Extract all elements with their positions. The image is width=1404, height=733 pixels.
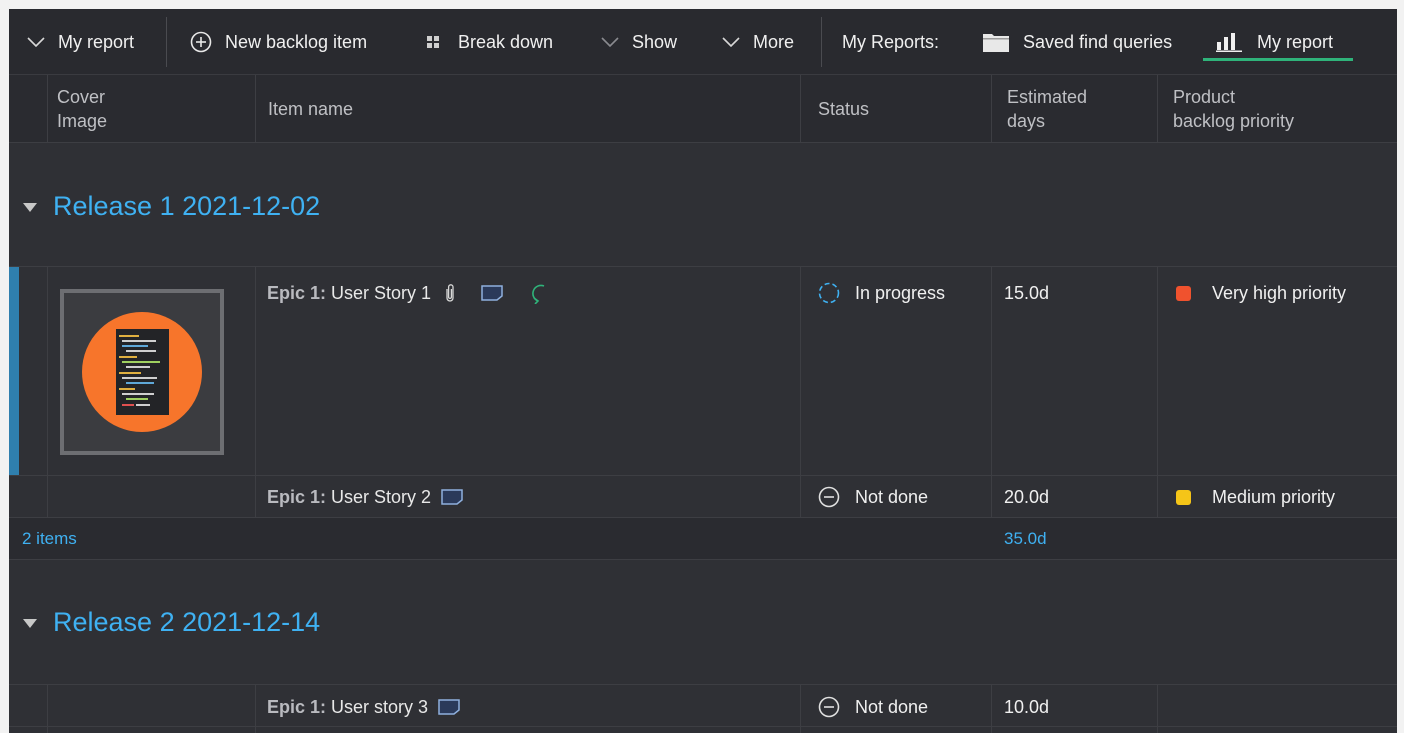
estimate-cell[interactable]: 10.0d <box>1004 695 1049 719</box>
group-summary-row: 2 items 35.0d <box>9 518 1397 559</box>
column-header-cover-image[interactable]: Cover Image <box>47 75 255 143</box>
dashed-circle-icon <box>818 282 840 304</box>
status-text: In progress <box>855 282 946 303</box>
break-down-label: Break down <box>458 31 554 52</box>
toolbar-divider <box>166 17 167 67</box>
column-divider <box>255 75 256 143</box>
status-text: Not done <box>855 486 929 507</box>
item-name-cell[interactable]: Epic 1: User Story 2 <box>267 485 463 509</box>
priority-color-swatch <box>1176 285 1191 301</box>
show-label: Show <box>632 31 678 52</box>
app-window: My report New backlog item Break down Sh… <box>9 9 1397 733</box>
new-backlog-item-label: New backlog item <box>225 31 368 52</box>
column-header-estimated-days[interactable]: Estimated days <box>997 75 1157 143</box>
priority-cell[interactable]: Medium priority <box>1176 485 1335 509</box>
chevron-down-icon <box>722 37 740 47</box>
group-header-release-1[interactable]: Release 1 2021-12-02 <box>23 191 320 222</box>
group-title: Release 1 2021-12-02 <box>53 191 321 221</box>
my-report-dropdown-label: My report <box>58 31 135 52</box>
collapse-triangle-icon[interactable] <box>23 203 37 212</box>
group-item-count: 2 items <box>22 529 77 548</box>
row-divider <box>9 559 1397 560</box>
grid-icon <box>427 36 439 48</box>
table-row[interactable]: Epic 1: User story 3 Not done 10.0d <box>9 685 1397 726</box>
cover-image[interactable] <box>60 289 224 455</box>
row-divider <box>9 726 1397 727</box>
column-header-product-backlog-priority[interactable]: Product backlog priority <box>1163 75 1397 143</box>
table-row[interactable]: Epic 1: User Story 1 In progress 15.0d V… <box>9 267 1397 475</box>
my-reports-label: My Reports: <box>842 31 940 52</box>
status-cell[interactable]: In progress <box>818 281 945 305</box>
show-dropdown[interactable]: Show <box>601 9 677 75</box>
priority-cell[interactable]: Very high priority <box>1176 281 1346 305</box>
minus-circle-icon <box>818 696 840 718</box>
saved-find-queries-label: Saved find queries <box>1023 31 1173 52</box>
group-header-release-2[interactable]: Release 2 2021-12-14 <box>23 607 320 638</box>
item-name-cell[interactable]: Epic 1: User story 3 <box>267 695 460 719</box>
bar-chart-icon <box>1216 32 1242 52</box>
comment-icon[interactable] <box>481 285 503 301</box>
story-name[interactable]: User story 3 <box>331 697 428 718</box>
folder-icon <box>983 32 1009 52</box>
story-name[interactable]: User Story 2 <box>331 487 431 508</box>
plus-circle-icon <box>190 31 212 53</box>
column-divider <box>47 75 48 143</box>
column-divider <box>991 75 992 143</box>
estimate-cell[interactable]: 20.0d <box>1004 485 1049 509</box>
column-header-status[interactable]: Status <box>808 75 991 143</box>
priority-text: Very high priority <box>1212 282 1347 303</box>
new-backlog-item-button[interactable]: New backlog item <box>190 9 367 75</box>
priority-color-swatch <box>1176 489 1191 505</box>
comment-icon[interactable] <box>438 699 460 715</box>
comment-icon[interactable] <box>441 489 463 505</box>
my-report-dropdown[interactable]: My report <box>27 9 134 75</box>
selected-tab-indicator <box>1203 58 1353 61</box>
table-row[interactable]: Epic 1: User Story 2 Not done 20.0d Medi… <box>9 476 1397 517</box>
refresh-icon[interactable] <box>529 282 549 304</box>
my-report-tab-label: My report <box>1257 31 1334 52</box>
paperclip-icon[interactable] <box>444 283 456 303</box>
chevron-down-icon <box>601 37 619 47</box>
status-cell[interactable]: Not done <box>818 695 928 719</box>
minus-circle-icon <box>818 486 840 508</box>
status-text: Not done <box>855 696 929 717</box>
column-divider <box>1157 75 1158 143</box>
epic-label: Epic 1: <box>267 282 327 303</box>
toolbar: My report New backlog item Break down Sh… <box>9 9 1397 75</box>
saved-find-queries-button[interactable]: Saved find queries <box>983 9 1172 75</box>
collapse-triangle-icon[interactable] <box>23 619 37 628</box>
status-cell[interactable]: Not done <box>818 485 928 509</box>
more-label: More <box>753 31 795 52</box>
break-down-button[interactable]: Break down <box>427 9 553 75</box>
estimate-cell[interactable]: 15.0d <box>1004 281 1049 305</box>
toolbar-divider <box>821 17 822 67</box>
epic-label: Epic 1: <box>267 486 327 507</box>
more-dropdown[interactable]: More <box>722 9 794 75</box>
item-name-cell[interactable]: Epic 1: User Story 1 <box>267 281 549 305</box>
story-name[interactable]: User Story 1 <box>331 283 431 304</box>
column-divider <box>800 75 801 143</box>
priority-text: Medium priority <box>1212 486 1336 507</box>
table-header: Cover Image Item name Status Estimated d… <box>9 75 1397 143</box>
my-report-tab[interactable]: My report <box>1216 9 1333 75</box>
group-title: Release 2 2021-12-14 <box>53 607 321 637</box>
column-header-item-name[interactable]: Item name <box>258 75 800 143</box>
epic-label: Epic 1: <box>267 696 327 717</box>
chevron-down-icon <box>27 37 45 47</box>
group-estimate-total: 35.0d <box>1004 529 1047 548</box>
